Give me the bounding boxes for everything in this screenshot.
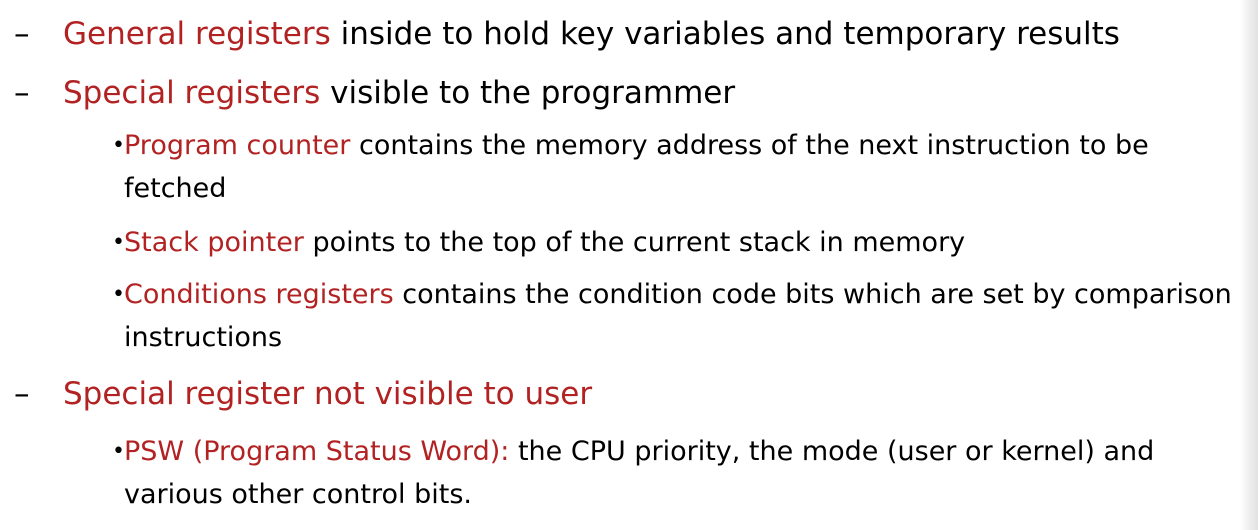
item-text: Program counter contains the memory addr… <box>124 124 1238 210</box>
item-text: Conditions registers contains the condit… <box>124 273 1238 359</box>
dash-marker: – <box>14 75 30 111</box>
term-general-registers: General registers <box>63 16 331 52</box>
item-text: Special registers visible to the program… <box>63 74 735 112</box>
dash-marker: – <box>14 16 30 52</box>
term-stack-pointer: Stack pointer <box>124 227 304 258</box>
slide-content: – General registers inside to hold key v… <box>0 0 1240 530</box>
term-special-register-not-visible: Special register not visible to user <box>63 376 593 412</box>
right-edge-shadow <box>1240 0 1258 530</box>
term-psw: PSW (Program Status Word): <box>124 436 510 467</box>
item-text: Special register not visible to user <box>63 375 592 413</box>
item-text: Stack pointer points to the top of the c… <box>124 221 1238 264</box>
term-special-registers: Special registers <box>63 75 321 111</box>
dash-marker: – <box>14 376 30 412</box>
description-general-registers: inside to hold key variables and tempora… <box>330 16 1120 52</box>
item-text: General registers inside to hold key var… <box>63 15 1120 53</box>
term-conditions-registers: Conditions registers <box>124 279 394 310</box>
term-program-counter: Program counter <box>124 130 351 161</box>
item-text: PSW (Program Status Word): the CPU prior… <box>124 430 1238 516</box>
description-special-registers: visible to the programmer <box>320 75 736 111</box>
description-stack-pointer: points to the top of the current stack i… <box>303 227 966 258</box>
